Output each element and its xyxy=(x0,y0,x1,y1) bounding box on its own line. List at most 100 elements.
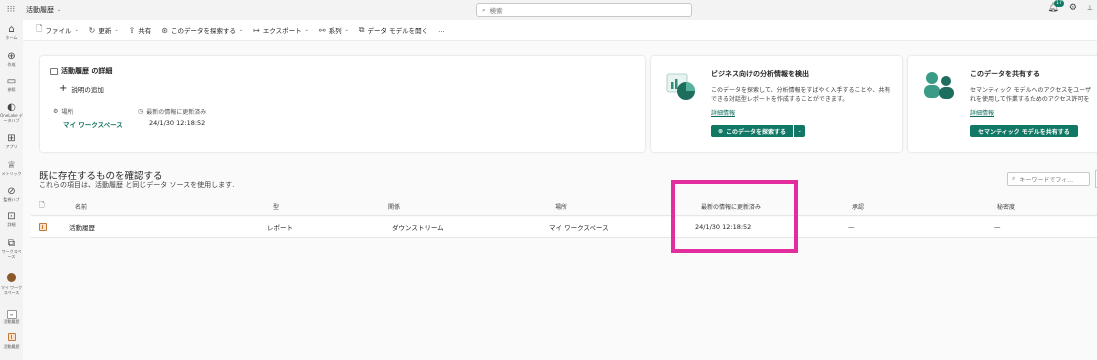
nav-item-apps[interactable]: ⊞ アプリ xyxy=(0,133,23,149)
nav-item-report[interactable]: 活動履歴 xyxy=(0,333,23,349)
share-description-line: れを使用して作業するためのアクセス許可を xyxy=(970,96,1090,103)
chevron-down-icon: ⌄ xyxy=(797,128,802,134)
row-location: マイ ワークスペース xyxy=(549,224,609,232)
explore-data-label: このデータを探索する xyxy=(726,128,787,136)
header-name[interactable]: 名前 xyxy=(75,198,87,215)
app-launcher-icon[interactable]: ⁝⁝⁝ xyxy=(0,5,22,15)
nav-label: 詳細 xyxy=(7,222,16,227)
nav-item-monitor[interactable]: ⊘ 監視ハブ xyxy=(0,186,23,202)
lineage-icon: ⚯ xyxy=(318,25,326,35)
row-sensitivity: — xyxy=(994,223,1001,231)
updated-label: 最新の情報に更新済み xyxy=(146,109,207,116)
header-relation[interactable]: 関係 xyxy=(388,198,400,215)
more-icon: … xyxy=(438,26,445,34)
share-title: このデータを共有する xyxy=(970,70,1040,78)
file-menu[interactable]: 🗋︎ ファイル ⌄ xyxy=(31,20,84,41)
browse-icon: ▭ xyxy=(6,76,17,87)
location-label: 場所 xyxy=(61,109,74,116)
row-name[interactable]: 活動履歴 xyxy=(69,217,95,237)
search-input[interactable]: ⌕ 検索 xyxy=(476,3,692,17)
plus-icon: + xyxy=(59,83,68,94)
explore-data-button[interactable]: ⊛ このデータを探索する xyxy=(711,125,794,137)
updated-value: 24/1/30 12:18:52 xyxy=(149,119,206,127)
search-icon: ⌕ xyxy=(1012,175,1016,182)
account-icon[interactable]: ⊥ xyxy=(1087,4,1093,12)
lineage-label: 系列 xyxy=(328,27,342,35)
nav-label: ワークスペース xyxy=(1,249,22,259)
insight-description: このデータを探索して、分析情報をすばやく入手することや、共有できる対話型レポート… xyxy=(711,87,891,103)
nav-item-learn[interactable]: ⊡ 詳細 xyxy=(0,211,23,227)
keyword-filter-input[interactable]: ⌕ キーワードでフィ... xyxy=(1007,172,1090,186)
header-endorsement[interactable]: 承認 xyxy=(852,198,864,215)
search-icon: ⌕ xyxy=(482,5,486,14)
open-data-model-button[interactable]: ⧉ データ モデルを開く xyxy=(354,20,433,41)
location-info: ⚙ 場所 マイ ワークスペース xyxy=(53,107,123,129)
explore-icon: ⊛ xyxy=(718,127,724,135)
table-row[interactable]: 活動履歴 レポート ダウンストリーム マイ ワークスペース 24/1/30 12… xyxy=(31,217,1097,238)
app-title: 活動履歴 xyxy=(26,6,54,14)
nav-label: 作成 xyxy=(7,62,16,67)
nav-item-metrics[interactable]: ♕ メトリック xyxy=(0,160,23,176)
people-illustration-icon xyxy=(924,72,954,99)
filter-placeholder: キーワードでフィ... xyxy=(1019,176,1073,184)
share-icon: ⇪ xyxy=(128,25,136,35)
file-label: ファイル xyxy=(45,27,72,35)
search-placeholder: 検索 xyxy=(489,7,503,15)
header-type[interactable]: 型 xyxy=(273,198,279,215)
data-model-icon: ⧉ xyxy=(358,25,365,34)
add-description-button[interactable]: + 説明の追加 xyxy=(59,83,104,94)
row-type: レポート xyxy=(267,224,293,232)
header-location[interactable]: 場所 xyxy=(555,198,567,215)
table-header: 🗋︎ 名前 型 関係 場所 最新の情報に更新済み 承認 秘密度 xyxy=(31,198,1097,216)
refresh-icon: ↻ xyxy=(88,25,96,35)
nav-item-create[interactable]: ⊕ 作成 xyxy=(0,51,23,67)
share-button[interactable]: ⇪ 共有 xyxy=(124,20,157,41)
nav-item-my-workspace[interactable]: マイ ワークスペース xyxy=(0,273,23,295)
notification-badge: 17 xyxy=(1054,0,1064,7)
updated-info: ◷ 最新の情報に更新済み 24/1/30 12:18:52 xyxy=(138,107,206,127)
header-type-icon: 🗋︎ xyxy=(39,198,45,215)
row-type-icon xyxy=(39,217,47,237)
command-bar: 🗋︎ ファイル ⌄ ↻ 更新 ⌄ ⇪ 共有 ⊛ このデータを探索する ⌄ ↦ エ… xyxy=(23,20,1097,41)
export-label: エクスポート xyxy=(262,27,302,35)
insight-learn-more-link[interactable]: 詳細情報 xyxy=(711,108,735,117)
export-button[interactable]: ↦ エクスポート ⌄ xyxy=(248,20,314,41)
location-link[interactable]: マイ ワークスペース xyxy=(63,119,123,129)
nav-item-browse[interactable]: ▭ 参照 xyxy=(0,76,23,92)
share-description: セマンティック モデルへのアクセスをユーザ れを使用して作業するためのアクセス許… xyxy=(970,86,1097,104)
dataset-icon xyxy=(50,67,58,75)
gear-icon[interactable]: ⚙ xyxy=(1069,3,1077,13)
insight-card: ビジネス向けの分析情報を検出 このデータを探索して、分析情報をすばやく入手するこ… xyxy=(651,56,902,152)
report-icon xyxy=(39,223,47,231)
notifications-button[interactable]: 🔔︎ 17 xyxy=(1047,0,1064,13)
app-title-menu[interactable]: 活動履歴 ⌄ xyxy=(26,5,61,15)
share-label: 共有 xyxy=(138,27,152,35)
nav-item-dataset[interactable]: ≡ 活動履歴 xyxy=(0,308,23,324)
explore-dropdown-button[interactable]: ⌄ xyxy=(793,125,806,137)
nav-item-home[interactable]: ⌂ ホーム xyxy=(0,24,23,40)
onelake-icon: ◐ xyxy=(7,102,16,113)
nav-label: 活動履歴 xyxy=(3,344,20,349)
apps-icon: ⊞ xyxy=(7,133,16,144)
share-semantic-model-button[interactable]: セマンティック モデルを共有する xyxy=(970,125,1078,137)
nav-item-workspaces[interactable]: ⧉ ワークスペース xyxy=(0,238,23,259)
location-icon: ⚙ xyxy=(53,108,59,115)
nav-item-onelake[interactable]: ◐ OneLake データハブ xyxy=(0,102,23,123)
share-learn-more-link[interactable]: 詳細情報 xyxy=(970,108,994,117)
details-title: 活動履歴 の詳細 xyxy=(50,66,112,76)
chevron-down-icon: ⌄ xyxy=(74,27,79,33)
left-navigation: ⌂ ホーム ⊕ 作成 ▭ 参照 ◐ OneLake データハブ ⊞ アプリ ♕ … xyxy=(0,20,23,360)
explore-button[interactable]: ⊛ このデータを探索する ⌄ xyxy=(156,20,248,41)
refresh-button[interactable]: ↻ 更新 ⌄ xyxy=(84,20,124,41)
workspaces-icon: ⧉ xyxy=(7,238,16,249)
details-card: 活動履歴 の詳細 + 説明の追加 ⚙ 場所 マイ ワークスペース ◷ 最新の情報… xyxy=(40,56,645,152)
section-subtitle: これらの項目は、活動履歴 と同じデータ ソースを使用します. xyxy=(39,181,235,189)
nav-label: メトリック xyxy=(1,171,22,176)
header-sensitivity[interactable]: 秘密度 xyxy=(997,198,1015,215)
analytics-illustration-icon xyxy=(666,73,695,100)
lineage-button[interactable]: ⚯ 系列 ⌄ xyxy=(314,20,354,41)
nav-label: ホーム xyxy=(5,35,18,40)
open-model-label: データ モデルを開く xyxy=(367,27,429,35)
nav-label: 活動履歴 xyxy=(3,319,20,324)
more-options-button[interactable]: … xyxy=(433,20,450,41)
